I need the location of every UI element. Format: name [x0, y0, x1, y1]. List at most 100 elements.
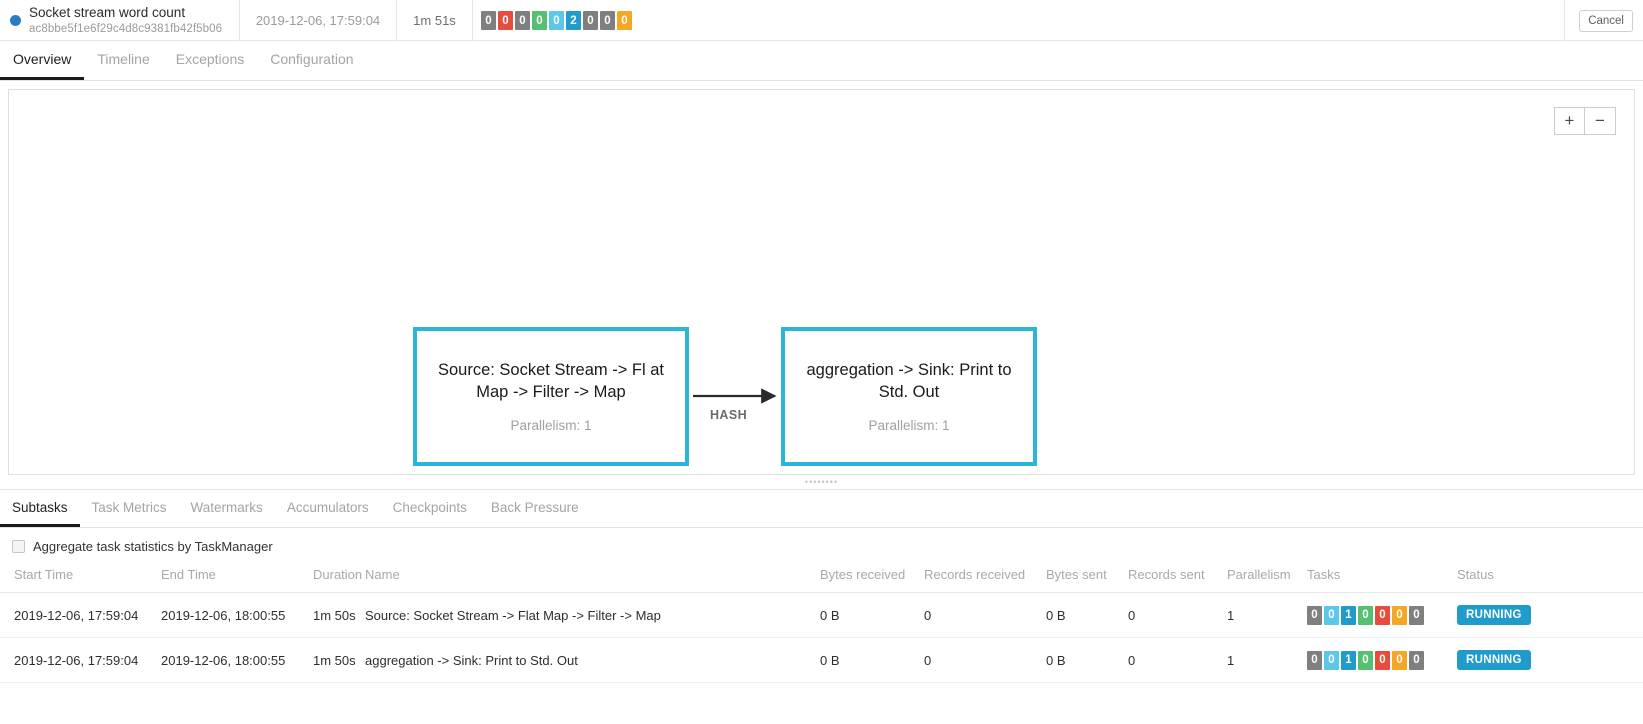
col-name[interactable]: Name [359, 563, 814, 593]
job-name: Socket stream word count [29, 5, 222, 21]
cell-start-time: 2019-12-06, 17:59:04 [0, 638, 155, 683]
badge-strip: 0010000 [1307, 651, 1445, 670]
cell-tasks: 0010000 [1301, 638, 1451, 683]
job-start-time: 2019-12-06, 17:59:04 [240, 0, 397, 41]
cell-bytes-sent: 0 B [1040, 638, 1122, 683]
col-records-received[interactable]: Records received [918, 563, 1040, 593]
task-state-badge-4: 0 [1375, 651, 1390, 670]
subtask-tab-bar: SubtasksTask MetricsWatermarksAccumulato… [0, 490, 1643, 528]
cell-tasks: 0010000 [1301, 593, 1451, 638]
graph-node-parallelism: Parallelism: 1 [868, 418, 949, 433]
task-state-badge-3: 0 [1358, 606, 1373, 625]
task-state-badge-1: 0 [1324, 606, 1339, 625]
col-status[interactable]: Status [1451, 563, 1643, 593]
cell-bytes-received: 0 B [814, 638, 918, 683]
job-status-dot [10, 15, 21, 26]
subtab-accumulators[interactable]: Accumulators [275, 501, 381, 528]
col-end-time[interactable]: End Time [155, 563, 307, 593]
cell-status: RUNNING [1451, 593, 1643, 638]
task-state-badge-5: 0 [1392, 606, 1407, 625]
subtab-checkpoints[interactable]: Checkpoints [381, 501, 479, 528]
cancel-button[interactable]: Cancel [1579, 10, 1633, 32]
task-state-badge-3: 0 [1358, 651, 1373, 670]
cell-bytes-sent: 0 B [1040, 593, 1122, 638]
aggregate-toggle-row[interactable]: Aggregate task statistics by TaskManager [0, 528, 1643, 563]
job-state-badge-reconciling: 0 [583, 11, 598, 30]
cell-start-time: 2019-12-06, 17:59:04 [0, 593, 155, 638]
col-bytes-sent[interactable]: Bytes sent [1040, 563, 1122, 593]
subtab-back-pressure[interactable]: Back Pressure [479, 501, 591, 528]
task-state-badge-0: 0 [1307, 651, 1322, 670]
subtab-watermarks[interactable]: Watermarks [179, 501, 275, 528]
cell-records-received: 0 [918, 593, 1040, 638]
cell-name: Source: Socket Stream -> Flat Map -> Fil… [359, 593, 814, 638]
badge-strip: 000002000 [481, 11, 632, 30]
tab-configuration[interactable]: Configuration [257, 52, 366, 80]
cell-status: RUNNING [1451, 638, 1643, 683]
subtab-task-metrics[interactable]: Task Metrics [80, 501, 179, 528]
task-state-badge-2: 1 [1341, 606, 1356, 625]
task-state-badge-4: 0 [1375, 606, 1390, 625]
cell-parallelism: 1 [1221, 638, 1301, 683]
cell-records-sent: 0 [1122, 638, 1221, 683]
aggregate-label: Aggregate task statistics by TaskManager [33, 539, 273, 554]
job-header-bar: Socket stream word count ac8bbe5f1e6f29c… [0, 0, 1643, 41]
aggregate-checkbox[interactable] [12, 540, 25, 553]
graph-node-source[interactable]: Source: Socket Stream -> Fl at Map -> Fi… [413, 327, 689, 466]
subtab-subtasks[interactable]: Subtasks [0, 501, 80, 528]
col-parallelism[interactable]: Parallelism [1221, 563, 1301, 593]
cell-duration: 1m 50s [307, 593, 359, 638]
subtask-detail-panel: SubtasksTask MetricsWatermarksAccumulato… [0, 489, 1643, 683]
cell-end-time: 2019-12-06, 18:00:55 [155, 638, 307, 683]
subtasks-table: Start Time End Time Duration Name Bytes … [0, 563, 1643, 683]
status-badge: RUNNING [1457, 650, 1531, 670]
badge-strip: 0010000 [1307, 606, 1445, 625]
graph-node-title: aggregation -> Sink: Print to Std. Out [785, 360, 1033, 404]
cancel-cell: Cancel [1565, 0, 1643, 41]
graph-node-title: Source: Socket Stream -> Fl at Map -> Fi… [417, 360, 685, 404]
table-row[interactable]: 2019-12-06, 17:59:042019-12-06, 18:00:55… [0, 593, 1643, 638]
col-duration[interactable]: Duration [307, 563, 359, 593]
cell-bytes-received: 0 B [814, 593, 918, 638]
job-state-badge-running: 2 [566, 11, 581, 30]
status-badge: RUNNING [1457, 605, 1531, 625]
cell-records-sent: 0 [1122, 593, 1221, 638]
job-state-badge-scheduled: 0 [515, 11, 530, 30]
tab-exceptions[interactable]: Exceptions [163, 52, 257, 80]
table-header-row: Start Time End Time Duration Name Bytes … [0, 563, 1643, 593]
panel-resize-handle[interactable]: •••••••• [0, 475, 1643, 489]
cell-parallelism: 1 [1221, 593, 1301, 638]
cell-name: aggregation -> Sink: Print to Std. Out [359, 638, 814, 683]
col-bytes-received[interactable]: Bytes received [814, 563, 918, 593]
graph-node-sink[interactable]: aggregation -> Sink: Print to Std. Out P… [781, 327, 1037, 466]
job-state-badge-deploying: 0 [549, 11, 564, 30]
cell-end-time: 2019-12-06, 18:00:55 [155, 593, 307, 638]
task-state-badge-0: 0 [1307, 606, 1322, 625]
task-state-badge-6: 0 [1409, 651, 1424, 670]
tab-overview[interactable]: Overview [0, 52, 84, 80]
job-state-badge-failed: 0 [600, 11, 615, 30]
main-tab-bar: OverviewTimelineExceptionsConfiguration [0, 41, 1643, 81]
job-graph-canvas[interactable]: + − HASH Source: Socket Stream -> Fl at … [8, 89, 1635, 475]
table-row[interactable]: 2019-12-06, 17:59:042019-12-06, 18:00:55… [0, 638, 1643, 683]
job-state-badge-canceling: 0 [617, 11, 632, 30]
job-task-badges: 000002000 [473, 0, 1565, 41]
edge-label-hash: HASH [710, 408, 747, 422]
job-title-cell: Socket stream word count ac8bbe5f1e6f29c… [0, 0, 240, 41]
job-duration: 1m 51s [397, 0, 473, 41]
graph-node-parallelism: Parallelism: 1 [510, 418, 591, 433]
task-state-badge-5: 0 [1392, 651, 1407, 670]
col-start-time[interactable]: Start Time [0, 563, 155, 593]
task-state-badge-6: 0 [1409, 606, 1424, 625]
task-state-badge-1: 0 [1324, 651, 1339, 670]
cell-duration: 1m 50s [307, 638, 359, 683]
col-tasks[interactable]: Tasks [1301, 563, 1451, 593]
job-state-badge-created: 0 [481, 11, 496, 30]
job-state-badge-finished: 0 [532, 11, 547, 30]
job-state-badge-canceled: 0 [498, 11, 513, 30]
col-records-sent[interactable]: Records sent [1122, 563, 1221, 593]
task-state-badge-2: 1 [1341, 651, 1356, 670]
tab-timeline[interactable]: Timeline [84, 52, 162, 80]
cell-records-received: 0 [918, 638, 1040, 683]
job-id: ac8bbe5f1e6f29c4d8c9381fb42f5b06 [29, 22, 222, 36]
